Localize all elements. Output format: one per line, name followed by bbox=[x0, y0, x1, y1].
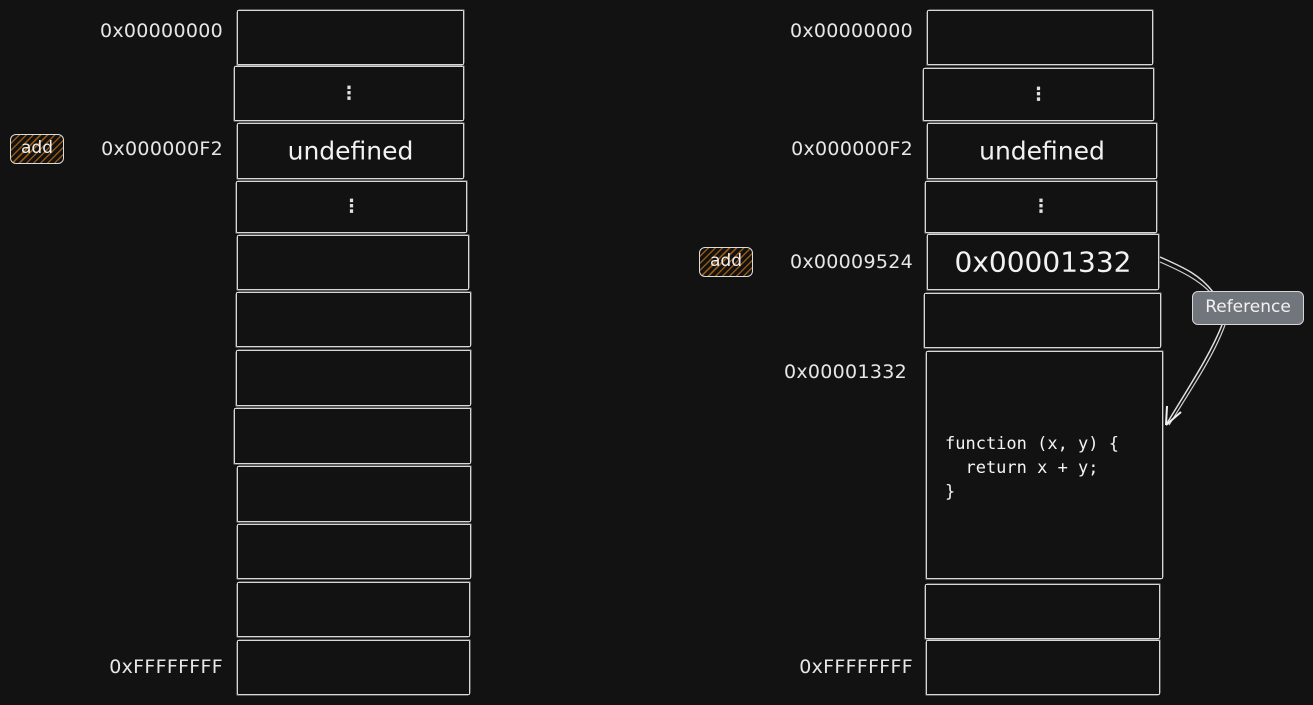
reference-badge: Reference bbox=[1192, 291, 1304, 325]
reference-arrow-line-in bbox=[1159, 261, 1211, 293]
reference-arrow-line-out bbox=[1165, 324, 1223, 426]
reference-arrow bbox=[1159, 256, 1226, 426]
